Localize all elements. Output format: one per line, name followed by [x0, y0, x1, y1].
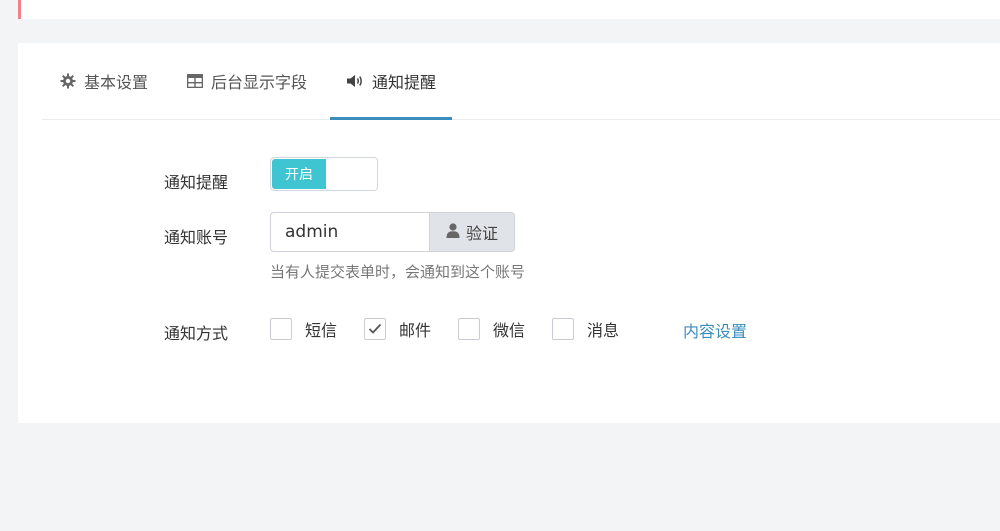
top-card-accent	[18, 0, 21, 19]
top-card	[18, 0, 1000, 19]
verify-label: 验证	[465, 224, 498, 243]
checkbox-label: 微信	[493, 321, 526, 340]
checkbox-box[interactable]	[552, 318, 574, 340]
checkbox-box[interactable]	[270, 318, 292, 340]
volume-icon	[346, 74, 364, 88]
account-hint: 当有人提交表单时，会通知到这个账号	[270, 263, 526, 281]
method-label: 通知方式	[164, 324, 229, 343]
checkmark-icon	[368, 323, 382, 334]
gear-icon	[60, 73, 76, 89]
table-icon	[187, 74, 203, 88]
tab-label: 后台显示字段	[211, 73, 308, 92]
account-label: 通知账号	[164, 228, 229, 247]
checkbox-wechat[interactable]: 微信	[458, 317, 525, 341]
settings-card: 基本设置 后台显示字段 通知提醒 通知提醒 开启 通知账号 admin 验证 当…	[18, 43, 1000, 423]
tab-display-fields[interactable]: 后台显示字段	[187, 43, 307, 119]
account-input[interactable]	[270, 212, 429, 252]
checkbox-box[interactable]	[458, 318, 480, 340]
checkbox-sms[interactable]: 短信	[270, 317, 337, 341]
checkbox-label: 短信	[305, 321, 338, 340]
notify-label: 通知提醒	[164, 173, 229, 192]
verify-button[interactable]: 验证	[429, 212, 515, 252]
checkbox-email[interactable]: 邮件	[364, 317, 431, 341]
tab-notification[interactable]: 通知提醒	[329, 43, 453, 120]
checkbox-label: 邮件	[399, 321, 432, 340]
notify-toggle[interactable]: 开启	[270, 157, 378, 191]
user-icon	[446, 222, 460, 242]
notify-toggle-on-label: 开启	[272, 159, 326, 189]
tab-basic-settings[interactable]: 基本设置	[60, 43, 148, 119]
tab-label: 通知提醒	[372, 73, 437, 92]
checkbox-box[interactable]	[364, 318, 386, 340]
tab-label: 基本设置	[84, 73, 149, 92]
checkbox-message[interactable]: 消息	[552, 317, 619, 341]
content-settings-link[interactable]: 内容设置	[683, 318, 747, 342]
checkbox-label: 消息	[587, 321, 620, 340]
tab-bar: 基本设置 后台显示字段 通知提醒	[42, 43, 1000, 120]
